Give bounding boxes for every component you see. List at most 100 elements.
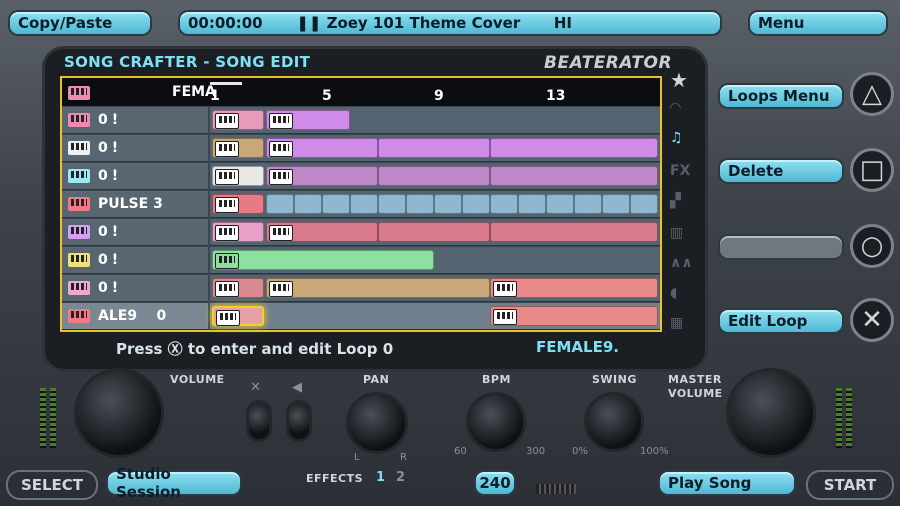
grid-icon[interactable]: ▦ (670, 315, 683, 331)
select-button[interactable]: SELECT (6, 470, 98, 500)
loop-block[interactable] (434, 194, 462, 214)
start-button[interactable]: START (806, 470, 894, 500)
track-lane[interactable] (210, 303, 660, 330)
loop-block[interactable] (490, 306, 658, 326)
song-title: ❚❚ Zoey 101 Theme Cover (296, 14, 521, 32)
loop-block[interactable] (212, 110, 264, 130)
loop-block[interactable] (266, 138, 378, 158)
play-song-button[interactable]: Play Song (658, 470, 796, 496)
track-grid: FEMA 1 5 9 13 0! 0! 0! PULSE 3 0 ! 0 ! 0… (60, 76, 662, 332)
speaker-icon[interactable]: ◖ (670, 285, 677, 301)
keyboard-icon (216, 310, 240, 326)
copy-paste-button[interactable]: Copy/Paste (8, 10, 152, 36)
ruler-number: 1 (210, 88, 220, 104)
master-volume-knob[interactable] (726, 368, 816, 458)
track-lane[interactable] (210, 275, 660, 302)
pan-knob[interactable] (346, 392, 408, 454)
track-label[interactable]: 0! (62, 163, 208, 190)
track-lane[interactable] (210, 247, 660, 274)
loop-block[interactable] (212, 222, 264, 242)
loop-block[interactable] (350, 194, 378, 214)
swing-knob[interactable] (584, 392, 644, 452)
loop-block[interactable] (490, 194, 518, 214)
volume-knob[interactable] (74, 368, 164, 458)
studio-session-button[interactable]: Studio Session (106, 465, 242, 501)
ruler-number: 9 (434, 88, 444, 104)
loop-block[interactable] (266, 222, 378, 242)
timeline-ruler: FEMA 1 5 9 13 (62, 78, 660, 106)
loop-block[interactable] (490, 166, 658, 186)
loop-block[interactable] (630, 194, 658, 214)
loop-block[interactable] (294, 194, 322, 214)
keyboard-icon (215, 225, 239, 241)
panel-title: SONG CRAFTER - SONG EDIT (64, 53, 311, 71)
loop-block[interactable] (490, 138, 658, 158)
loop-block-selected[interactable] (212, 306, 264, 326)
loop-block[interactable] (378, 138, 490, 158)
loop-block[interactable] (546, 194, 574, 214)
loop-block[interactable] (574, 194, 602, 214)
track-lane[interactable] (210, 191, 660, 218)
loops-menu-button[interactable]: Loops Menu (718, 83, 844, 109)
track-lane[interactable] (210, 219, 660, 246)
circle-button-icon[interactable]: ○ (850, 224, 894, 268)
keyboard-icon[interactable]: ▥ (670, 225, 683, 241)
effects-slot-1[interactable]: 1 (376, 470, 386, 485)
wave-icon[interactable]: ∧∧ (670, 255, 693, 271)
fx-icon[interactable]: FX (670, 163, 690, 179)
pause-icon: ❚❚ (296, 14, 327, 32)
keyboard-icon (68, 85, 98, 104)
square-button-icon[interactable]: □ (850, 148, 894, 192)
loop-block[interactable] (462, 194, 490, 214)
loop-block[interactable] (322, 194, 350, 214)
bpm-knob[interactable] (466, 392, 526, 452)
track-lane[interactable] (210, 107, 660, 134)
cross-button-icon[interactable]: ✕ (850, 298, 894, 342)
hint-text: Press Ⓧ to enter and edit Loop 0 (116, 340, 394, 358)
track-lane[interactable] (210, 135, 660, 162)
mute-toggle[interactable] (246, 400, 272, 442)
loop-block[interactable] (378, 194, 406, 214)
loop-block[interactable] (518, 194, 546, 214)
loop-block[interactable] (490, 222, 658, 242)
track-label[interactable]: 0! (62, 275, 208, 302)
triangle-button-icon[interactable]: △ (850, 72, 894, 116)
loop-block[interactable] (378, 222, 490, 242)
menu-button[interactable]: Menu (748, 10, 888, 36)
music-note-icon[interactable]: ♫ (670, 130, 683, 146)
loop-block[interactable] (266, 194, 294, 214)
loop-block[interactable] (266, 110, 350, 130)
solo-toggle[interactable] (286, 400, 312, 442)
pattern-icon[interactable]: ▞ (670, 193, 681, 209)
track-label[interactable]: 0! (62, 247, 208, 274)
pattern-icon (215, 253, 239, 269)
pan-left-label: L (354, 452, 360, 463)
ruler-number: 13 (546, 88, 566, 104)
loop-block[interactable] (406, 194, 434, 214)
keyboard-icon (68, 309, 90, 323)
track-lane[interactable] (210, 163, 660, 190)
keyboard-icon (493, 281, 517, 297)
loop-block[interactable] (212, 250, 434, 270)
loop-block[interactable] (212, 166, 264, 186)
speaker-icon: ◀ (292, 380, 302, 395)
bpm-min-label: 60 (454, 446, 467, 457)
loop-block[interactable] (212, 194, 264, 214)
loop-block[interactable] (490, 278, 658, 298)
track-label-selected[interactable]: ALE9 0 (62, 303, 208, 330)
delete-button[interactable]: Delete (718, 158, 844, 184)
loop-block[interactable] (266, 278, 490, 298)
track-label[interactable]: 0! (62, 219, 208, 246)
track-label[interactable]: 0! (62, 135, 208, 162)
edit-loop-button[interactable]: Edit Loop (718, 308, 844, 334)
loop-block[interactable] (212, 278, 264, 298)
effects-slot-2[interactable]: 2 (396, 470, 406, 485)
loop-block[interactable] (212, 138, 264, 158)
loop-block[interactable] (266, 166, 378, 186)
keyboard-icon (68, 281, 90, 295)
track-label[interactable]: PULSE 3 (62, 191, 208, 218)
loop-block[interactable] (378, 166, 490, 186)
bpm-value[interactable]: 240 (474, 470, 516, 496)
track-label[interactable]: 0! (62, 107, 208, 134)
loop-block[interactable] (602, 194, 630, 214)
